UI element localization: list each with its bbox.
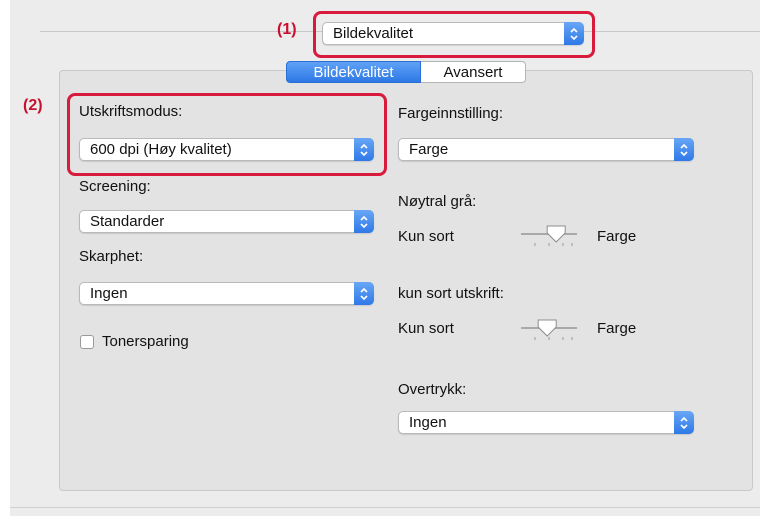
preset-popup-value: Bildekvalitet (333, 25, 414, 42)
neutral-gray-max-label: Farge (597, 228, 637, 245)
black-only-label: kun sort utskrift: (398, 285, 504, 302)
sharpness-label: Skarphet: (79, 248, 144, 265)
tab-bildekvalitet[interactable]: Bildekvalitet (286, 61, 421, 83)
print-mode-popup[interactable]: 600 dpi (Høy kvalitet) (79, 138, 374, 161)
color-setting-label: Fargeinnstilling: (398, 105, 504, 122)
overprint-popup[interactable]: Ingen (398, 411, 694, 434)
color-setting-value: Farge (409, 141, 449, 158)
screening-value: Standarder (90, 213, 165, 230)
neutral-gray-label: Nøytral grå: (398, 193, 477, 210)
toner-save-label: Tonersparing (102, 333, 189, 350)
triangle-slider-thumb-icon[interactable] (537, 319, 557, 337)
color-setting-popup[interactable]: Farge (398, 138, 694, 161)
divider (10, 507, 760, 508)
triangle-slider-thumb-icon[interactable] (546, 225, 566, 243)
black-only-min-label: Kun sort (398, 320, 454, 337)
black-only-max-label: Farge (597, 320, 637, 337)
toner-save-checkbox[interactable] (80, 335, 94, 349)
screening-label: Screening: (79, 178, 151, 195)
up-down-chevron-icon (564, 22, 584, 45)
up-down-chevron-icon (354, 138, 374, 161)
up-down-chevron-icon (674, 411, 694, 434)
neutral-gray-min-label: Kun sort (398, 228, 454, 245)
sharpness-popup[interactable]: Ingen (79, 282, 374, 305)
callout-1-label: (1) (277, 21, 297, 38)
callout-2-label: (2) (23, 97, 43, 114)
preset-popup[interactable]: Bildekvalitet (322, 22, 584, 45)
print-mode-label: Utskriftsmodus: (79, 103, 183, 120)
sharpness-value: Ingen (90, 285, 128, 302)
print-mode-value: 600 dpi (Høy kvalitet) (90, 141, 232, 158)
black-only-slider[interactable] (521, 318, 577, 342)
up-down-chevron-icon (354, 210, 374, 233)
up-down-chevron-icon (354, 282, 374, 305)
neutral-gray-slider[interactable] (521, 224, 577, 248)
up-down-chevron-icon (674, 138, 694, 161)
overprint-value: Ingen (409, 414, 447, 431)
tab-avansert[interactable]: Avansert (421, 61, 526, 83)
overprint-label: Overtrykk: (398, 381, 467, 398)
screening-popup[interactable]: Standarder (79, 210, 374, 233)
